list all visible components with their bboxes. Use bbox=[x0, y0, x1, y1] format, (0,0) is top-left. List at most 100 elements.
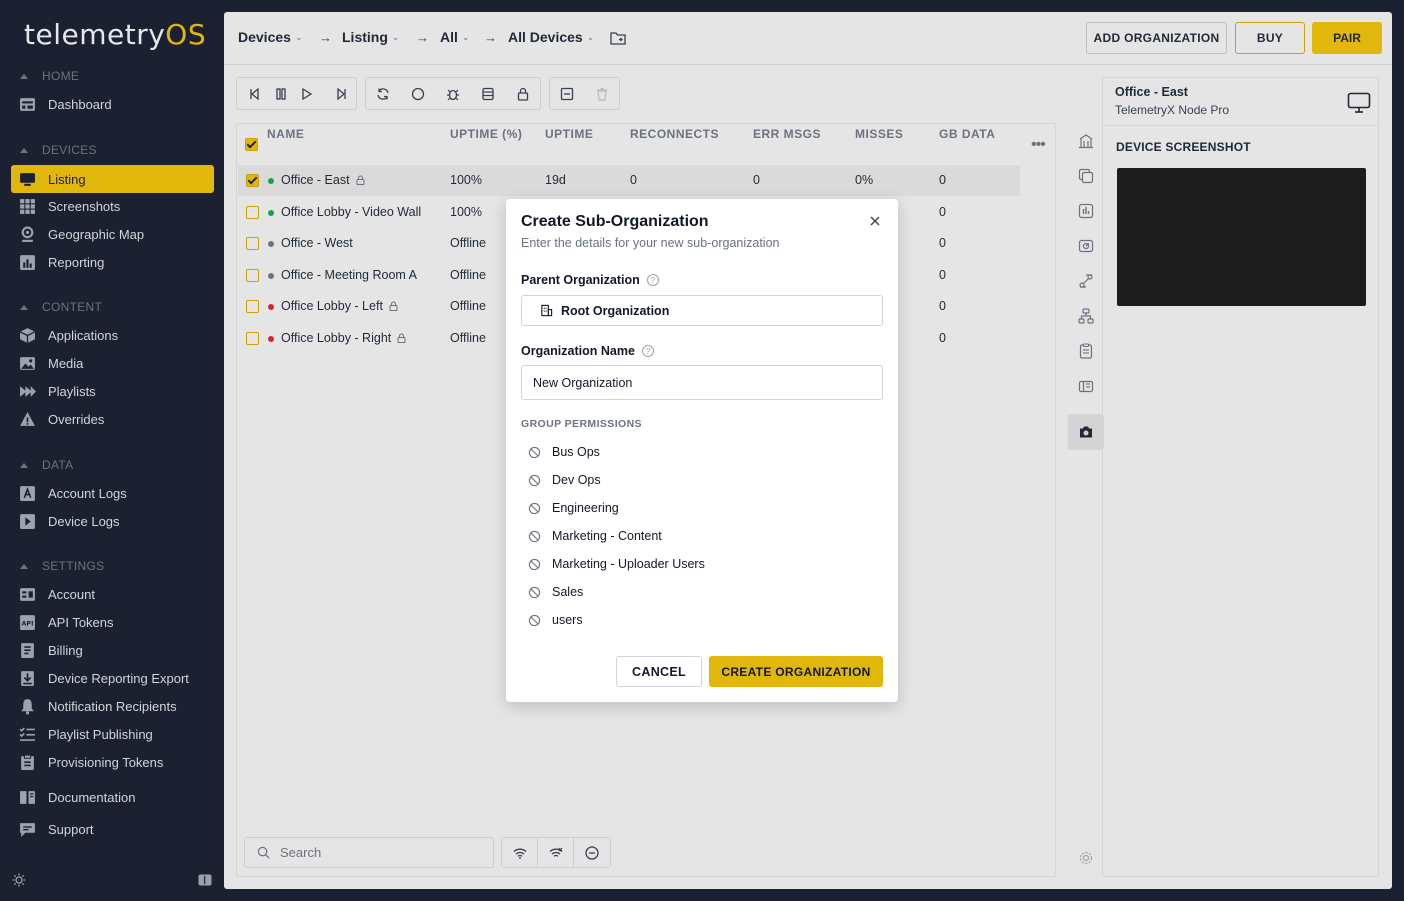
section-data-toggle[interactable]: DATA bbox=[20, 458, 73, 472]
help-icon[interactable]: ? bbox=[641, 345, 654, 357]
pair-button[interactable]: PAIR bbox=[1312, 22, 1382, 54]
permission-item[interactable]: users bbox=[528, 611, 583, 629]
debug-icon[interactable] bbox=[440, 81, 466, 107]
column-header-uptime[interactable]: UPTIME bbox=[545, 127, 593, 141]
help-icon[interactable]: ? bbox=[646, 274, 659, 286]
sidebar-item-billing[interactable]: Billing bbox=[11, 636, 214, 664]
column-header-misses[interactable]: MISSES bbox=[855, 127, 903, 141]
stats-icon[interactable] bbox=[1078, 203, 1094, 219]
section-devices-toggle[interactable]: DEVICES bbox=[20, 143, 97, 157]
permission-item[interactable]: Bus Ops bbox=[528, 443, 600, 461]
pause-icon[interactable] bbox=[268, 81, 294, 107]
settings-gear-icon[interactable] bbox=[1078, 850, 1094, 866]
collapse-sidebar-icon[interactable] bbox=[198, 874, 212, 886]
previous-icon[interactable] bbox=[242, 81, 268, 107]
device-screenshot-image[interactable] bbox=[1117, 168, 1366, 306]
table-row[interactable]: Office - East 100% 19d 0 0 0% 0 bbox=[238, 165, 1020, 196]
parent-organization-select[interactable]: Root Organization bbox=[521, 295, 883, 326]
sidebar-item-overrides[interactable]: Overrides bbox=[11, 405, 214, 433]
create-organization-button[interactable]: CREATE ORGANIZATION bbox=[709, 656, 883, 687]
sidebar-item-reporting[interactable]: Reporting bbox=[11, 248, 214, 276]
permission-item[interactable]: Engineering bbox=[528, 499, 619, 517]
gauge-icon[interactable] bbox=[1078, 238, 1094, 254]
buy-button[interactable]: BUY bbox=[1235, 22, 1305, 54]
select-all-checkbox[interactable] bbox=[245, 138, 258, 151]
section-settings-toggle[interactable]: SETTINGS bbox=[20, 559, 104, 573]
lock-icon[interactable] bbox=[510, 81, 536, 107]
breadcrumb-all-devices[interactable]: All Devices ⌄ bbox=[508, 29, 594, 45]
refresh-icon[interactable] bbox=[370, 81, 396, 107]
permission-item[interactable]: Marketing - Content bbox=[528, 527, 662, 545]
sidebar-item-playlist-publishing[interactable]: Playlist Publishing bbox=[11, 720, 214, 748]
play-icon[interactable] bbox=[294, 81, 320, 107]
section-heading: DEVICE SCREENSHOT bbox=[1116, 140, 1251, 154]
permission-item[interactable]: Dev Ops bbox=[528, 471, 601, 489]
app-logo[interactable]: telemetryOS bbox=[24, 18, 206, 51]
device-detail-panel: Office - East TelemetryX Node Pro DEVICE… bbox=[1102, 77, 1379, 877]
sidebar-item-applications[interactable]: Applications bbox=[11, 321, 214, 349]
add-organization-button[interactable]: ADD ORGANIZATION bbox=[1086, 22, 1227, 54]
sidebar-item-device-reporting-export[interactable]: Device Reporting Export bbox=[11, 664, 214, 692]
breadcrumb-all[interactable]: All ⌄ bbox=[440, 29, 469, 45]
sidebar-item-dashboard[interactable]: Dashboard bbox=[11, 90, 214, 118]
section-home-toggle[interactable]: HOME bbox=[20, 69, 79, 83]
sidebar-item-notification-recipients[interactable]: Notification Recipients bbox=[11, 692, 214, 720]
filter-disabled-button[interactable] bbox=[574, 838, 610, 867]
filter-online-button[interactable] bbox=[502, 838, 538, 867]
breadcrumb-listing[interactable]: Listing ⌄ bbox=[342, 29, 399, 45]
power-icon[interactable] bbox=[405, 81, 431, 107]
column-header-reconnects[interactable]: RECONNECTS bbox=[630, 127, 719, 141]
wifi-off-icon bbox=[549, 847, 562, 857]
sidebar-item-media[interactable]: Media bbox=[11, 349, 214, 377]
row-checkbox[interactable] bbox=[246, 332, 259, 345]
sidebar-item-account[interactable]: Account bbox=[11, 580, 214, 608]
lock-icon bbox=[397, 333, 406, 343]
next-icon[interactable] bbox=[328, 81, 354, 107]
map-pin-icon bbox=[19, 226, 36, 243]
filter-offline-button[interactable] bbox=[538, 838, 574, 867]
notes-icon[interactable] bbox=[1078, 343, 1094, 359]
column-header-err-msgs[interactable]: ERR MSGS bbox=[753, 127, 821, 141]
sidebar-item-screenshots[interactable]: Screenshots bbox=[11, 192, 214, 220]
deselect-icon[interactable] bbox=[554, 81, 580, 107]
column-header-gb-data[interactable]: GB DATA bbox=[939, 127, 995, 141]
download-icon bbox=[19, 670, 36, 687]
theme-toggle-icon[interactable] bbox=[12, 873, 26, 887]
organization-name-input[interactable] bbox=[521, 365, 883, 400]
close-icon[interactable] bbox=[868, 214, 882, 228]
column-header-name[interactable]: NAME bbox=[267, 127, 304, 141]
row-checkbox[interactable] bbox=[246, 237, 259, 250]
row-checkbox[interactable] bbox=[246, 206, 259, 219]
more-options-icon[interactable]: ••• bbox=[1031, 136, 1046, 154]
section-content-toggle[interactable]: CONTENT bbox=[20, 300, 102, 314]
monitor-icon[interactable] bbox=[1347, 92, 1371, 114]
sidebar-item-listing[interactable]: Listing bbox=[11, 165, 214, 193]
network-icon[interactable] bbox=[1078, 273, 1094, 289]
sidebar-item-provisioning-tokens[interactable]: Provisioning Tokens bbox=[11, 748, 214, 776]
row-checkbox[interactable] bbox=[246, 269, 259, 282]
layers-icon[interactable] bbox=[1078, 378, 1094, 394]
cancel-button[interactable]: CANCEL bbox=[616, 656, 702, 687]
copy-icon[interactable] bbox=[1078, 168, 1094, 184]
permission-item[interactable]: Sales bbox=[528, 583, 583, 601]
sidebar-item-api-tokens[interactable]: API API Tokens bbox=[11, 608, 214, 636]
uptime-cell: 19d bbox=[545, 173, 566, 187]
screenshot-tab[interactable] bbox=[1068, 414, 1104, 450]
database-icon[interactable] bbox=[475, 81, 501, 107]
row-checkbox[interactable] bbox=[246, 174, 259, 187]
sidebar-item-device-logs[interactable]: Device Logs bbox=[11, 507, 214, 535]
permission-item[interactable]: Marketing - Uploader Users bbox=[528, 555, 705, 573]
sidebar-item-account-logs[interactable]: Account Logs bbox=[11, 479, 214, 507]
building-icon[interactable] bbox=[1078, 133, 1094, 149]
playlist-icon bbox=[19, 383, 36, 400]
folder-icon[interactable] bbox=[610, 31, 626, 45]
row-checkbox[interactable] bbox=[246, 300, 259, 313]
sidebar-item-documentation[interactable]: Documentation bbox=[11, 783, 214, 811]
search-field[interactable]: Search bbox=[244, 837, 494, 868]
sidebar-item-support[interactable]: Support bbox=[11, 815, 214, 843]
hierarchy-icon[interactable] bbox=[1078, 308, 1094, 324]
breadcrumb-devices[interactable]: Devices ⌄ bbox=[238, 29, 302, 45]
sidebar-item-playlists[interactable]: Playlists bbox=[11, 377, 214, 405]
sidebar-item-geographic-map[interactable]: Geographic Map bbox=[11, 220, 214, 248]
column-header-uptime-pct[interactable]: UPTIME (%) bbox=[450, 127, 522, 141]
